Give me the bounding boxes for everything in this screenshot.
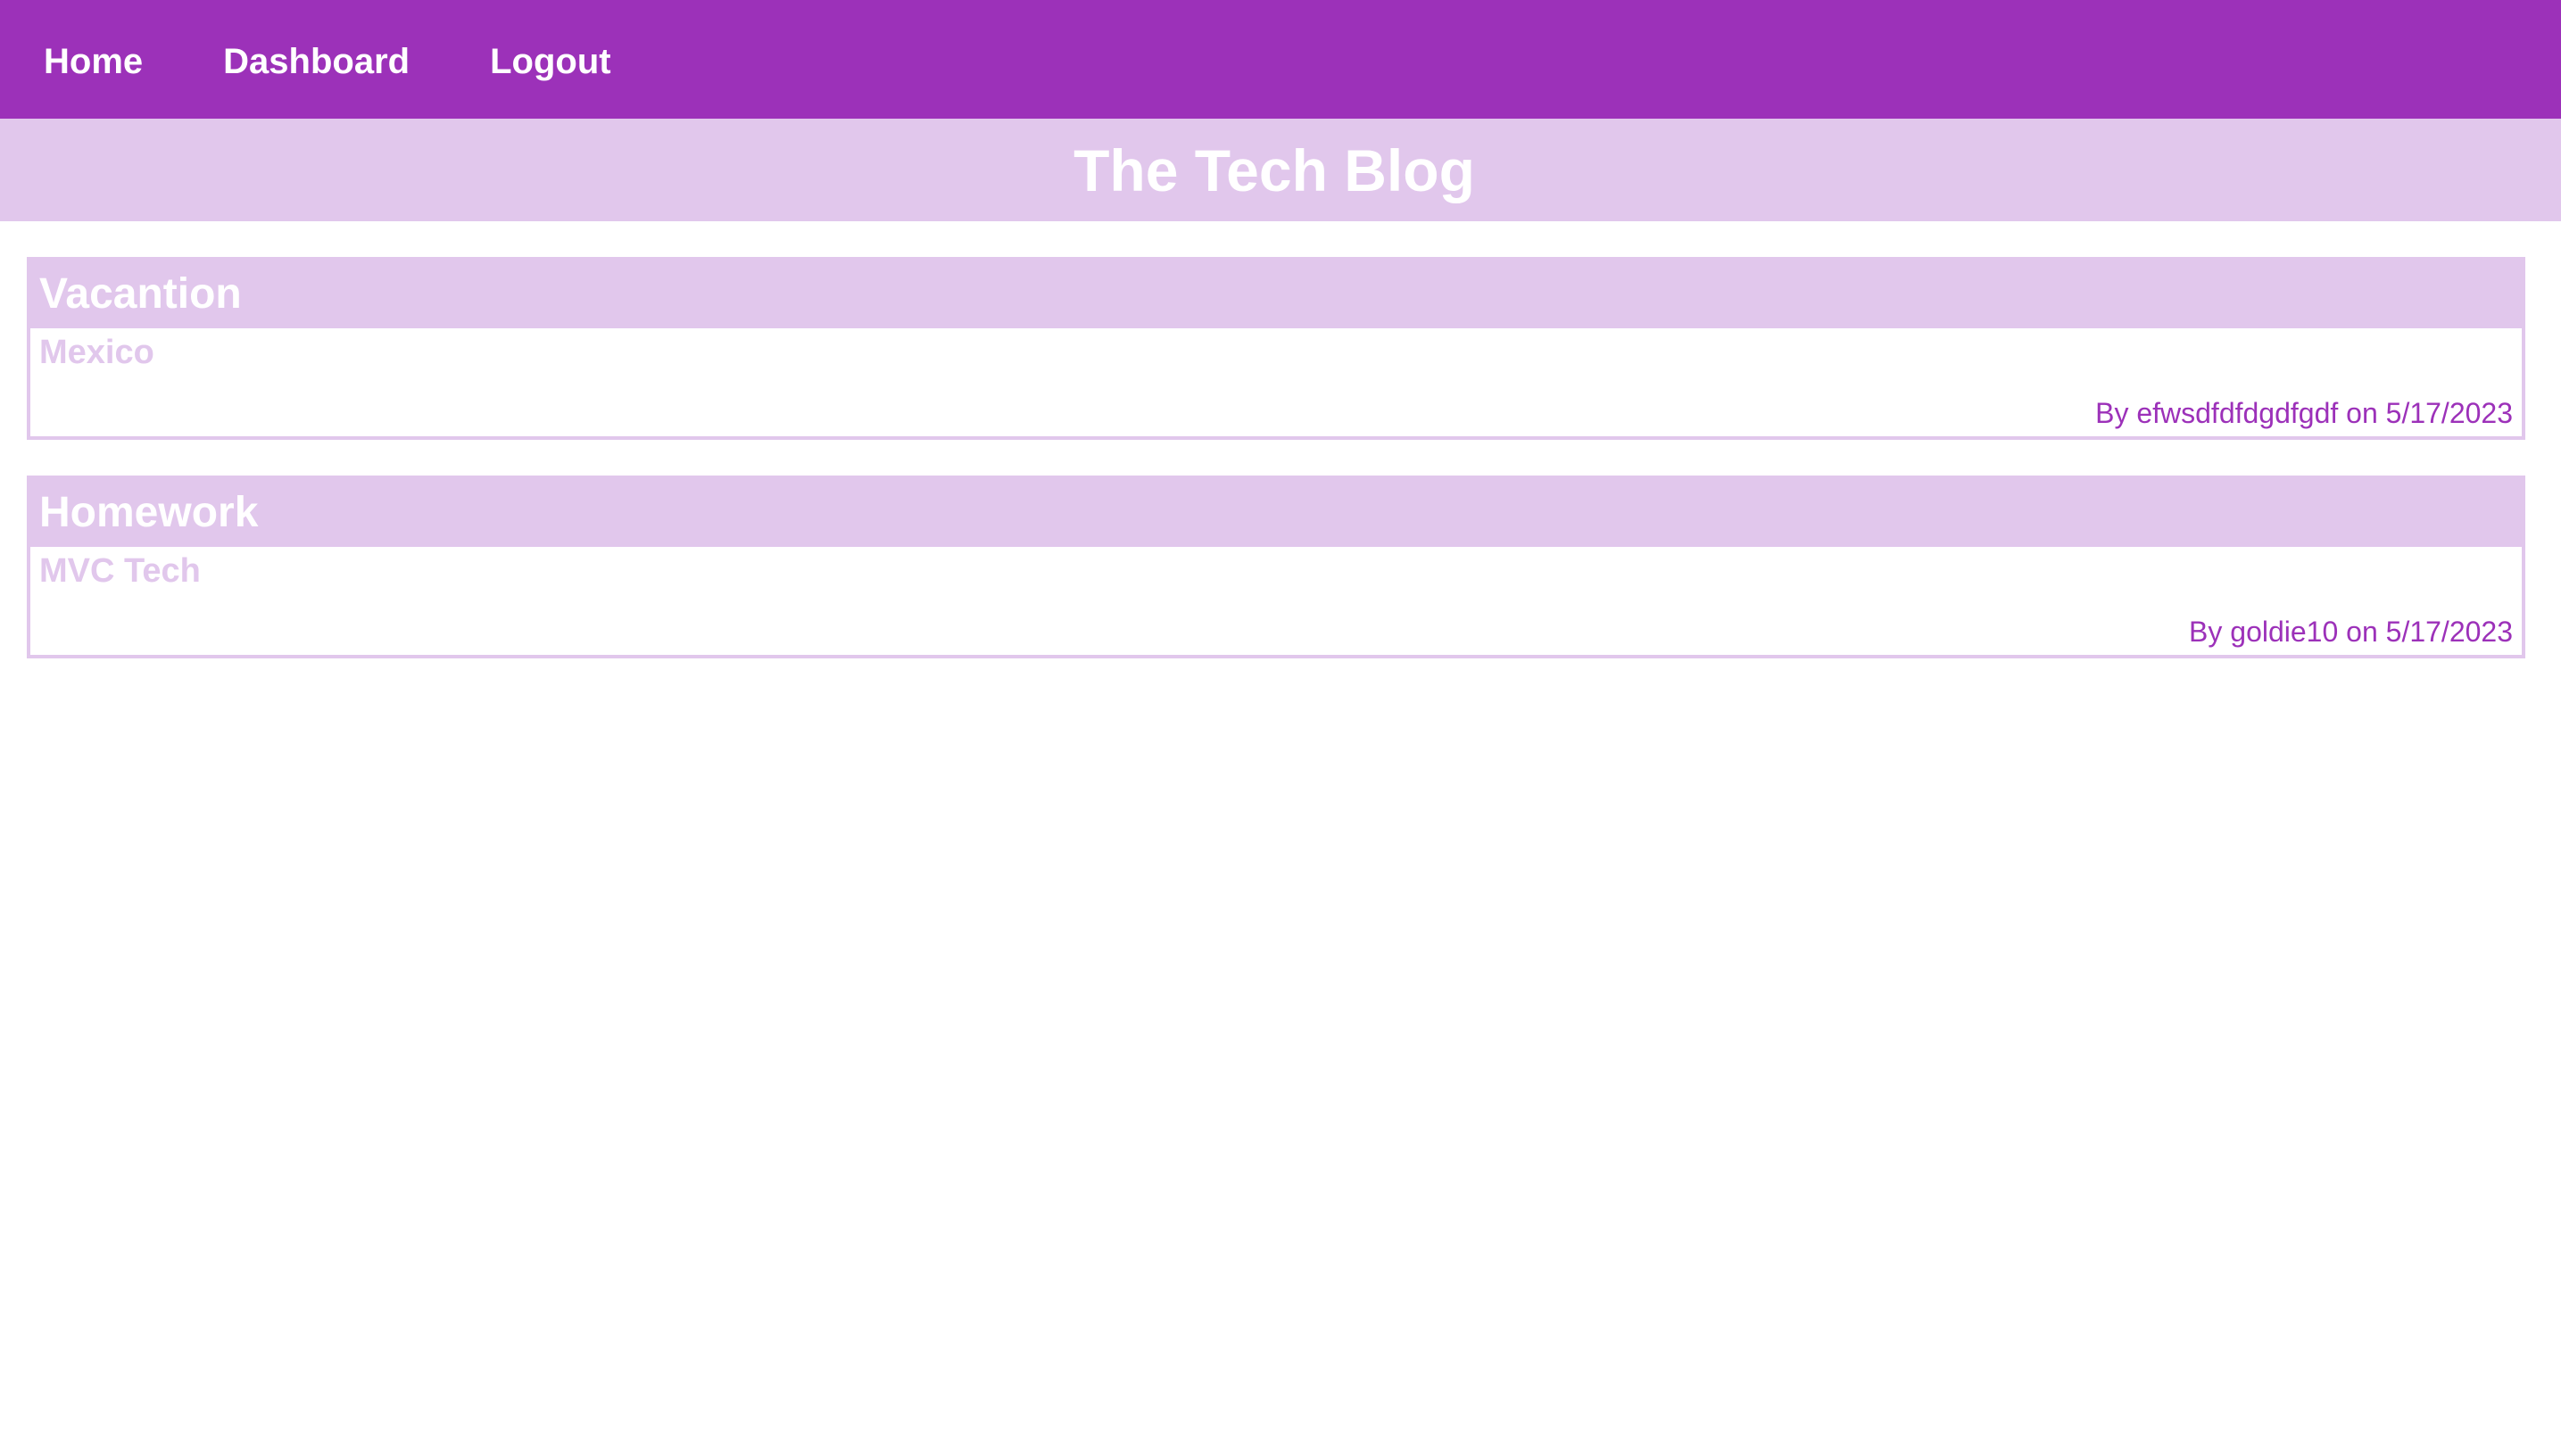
post-card[interactable]: Vacantion Mexico By efwsdfdfdgdfgdf on 5… <box>27 257 2525 440</box>
post-card[interactable]: Homework MVC Tech By goldie10 on 5/17/20… <box>27 476 2525 658</box>
site-header: The Tech Blog <box>0 119 2561 221</box>
nav-dashboard-link[interactable]: Dashboard <box>223 40 410 79</box>
post-meta: By efwsdfdfdgdfgdf on 5/17/2023 <box>2095 397 2513 429</box>
post-meta: By goldie10 on 5/17/2023 <box>2189 616 2513 648</box>
post-list: Vacantion Mexico By efwsdfdfdgdfgdf on 5… <box>0 257 2561 658</box>
post-title[interactable]: Vacantion <box>39 273 242 316</box>
post-header: Vacantion <box>30 261 2522 328</box>
nav-logout-link[interactable]: Logout <box>490 40 611 79</box>
site-title: The Tech Blog <box>1073 136 1475 203</box>
post-content: Mexico <box>39 334 154 371</box>
post-body: MVC Tech By goldie10 on 5/17/2023 <box>30 547 2522 655</box>
post-header: Homework <box>30 479 2522 547</box>
post-body: Mexico By efwsdfdfdgdfgdf on 5/17/2023 <box>30 328 2522 436</box>
post-title[interactable]: Homework <box>39 492 258 534</box>
top-navbar: Home Dashboard Logout <box>0 0 2561 119</box>
nav-home-link[interactable]: Home <box>44 40 143 79</box>
post-content: MVC Tech <box>39 552 201 590</box>
